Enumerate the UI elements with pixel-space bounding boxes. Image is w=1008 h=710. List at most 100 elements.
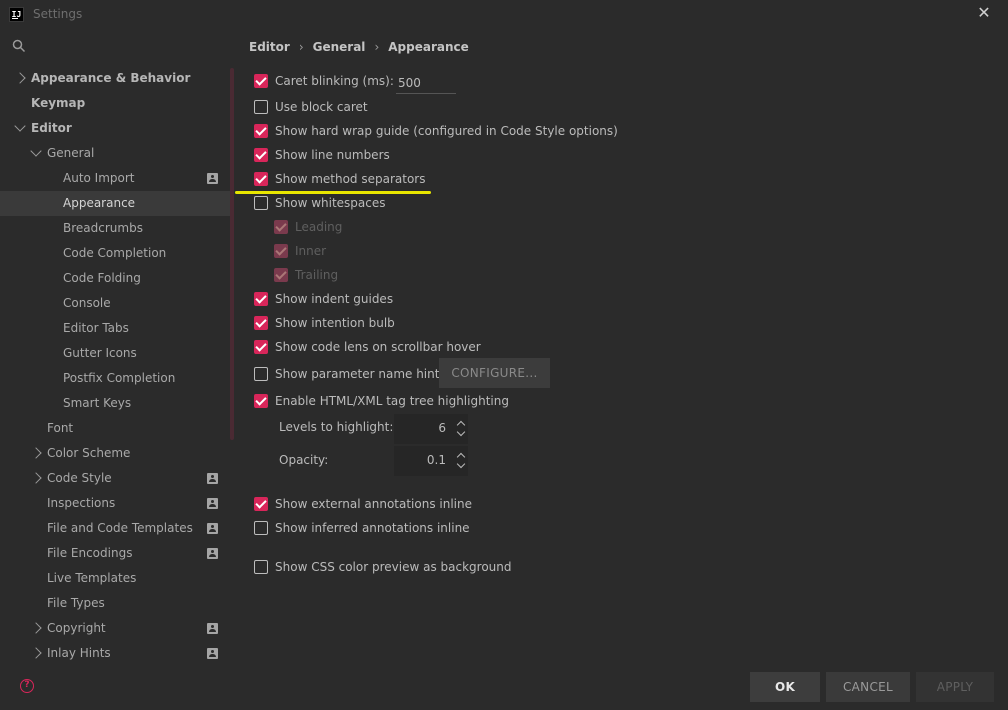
external-annotations-checkbox[interactable] [254, 497, 268, 511]
sidebar-item-gutter-icons[interactable]: Gutter Icons [0, 341, 232, 366]
project-profile-icon [207, 523, 218, 534]
chevron-down-icon[interactable] [14, 120, 26, 132]
hard-wrap-label: Show hard wrap guide (configured in Code… [275, 124, 618, 138]
sidebar-item-label: Code Completion [63, 246, 167, 260]
sidebar-item-label: Copyright [47, 621, 106, 635]
help-icon[interactable]: ? [20, 679, 34, 693]
sidebar-item-label: Color Scheme [47, 446, 131, 460]
spin-down-icon[interactable] [456, 459, 466, 469]
sidebar-item-label: General [47, 146, 95, 160]
chevron-right-icon[interactable] [30, 447, 42, 459]
sidebar-scrollbar[interactable] [230, 68, 234, 440]
html-tag-tree-checkbox[interactable] [254, 394, 268, 408]
dialog-footer: ? OK CANCEL APPLY [0, 662, 1008, 710]
method-separators-checkbox[interactable] [254, 172, 268, 186]
sidebar-item-color-scheme[interactable]: Color Scheme [0, 441, 232, 466]
chevron-right-icon[interactable] [30, 622, 42, 634]
sidebar-item-postfix-completion[interactable]: Postfix Completion [0, 366, 232, 391]
chevron-right-icon[interactable] [30, 647, 42, 659]
sidebar-item-font[interactable]: Font [0, 416, 232, 441]
hard-wrap-checkbox[interactable] [254, 124, 268, 138]
use-block-caret-label: Use block caret [275, 100, 368, 114]
use-block-caret-checkbox[interactable] [254, 100, 268, 114]
project-profile-icon [207, 173, 218, 184]
sidebar-item-editor[interactable]: Editor [0, 116, 232, 141]
chevron-down-icon[interactable] [30, 145, 42, 157]
breadcrumb-general[interactable]: General [313, 40, 366, 54]
sidebar-item-smart-keys[interactable]: Smart Keys [0, 391, 232, 416]
inner-checkbox [274, 244, 288, 258]
project-profile-icon [207, 548, 218, 559]
sidebar-item-copyright[interactable]: Copyright [0, 616, 232, 641]
sidebar-item-live-templates[interactable]: Live Templates [0, 566, 232, 591]
settings-search-input[interactable] [30, 34, 230, 58]
intention-bulb-checkbox[interactable] [254, 316, 268, 330]
apply-button[interactable]: APPLY [916, 672, 994, 702]
sidebar-item-file-types[interactable]: File Types [0, 591, 232, 616]
project-profile-icon [207, 473, 218, 484]
configure-button[interactable]: CONFIGURE... [439, 358, 550, 388]
sidebar-item-auto-import[interactable]: Auto Import [0, 166, 232, 191]
sidebar-item-code-folding[interactable]: Code Folding [0, 266, 232, 291]
sidebar-item-label: Live Templates [47, 571, 137, 585]
sidebar-item-file-and-code-templates[interactable]: File and Code Templates [0, 516, 232, 541]
sidebar-item-appearance-behavior[interactable]: Appearance & Behavior [0, 66, 232, 91]
sidebar-item-label: Smart Keys [63, 396, 132, 410]
sidebar-item-label: Auto Import [63, 171, 135, 185]
caret-blinking-checkbox[interactable] [254, 74, 268, 88]
sidebar-item-label: Breadcrumbs [63, 221, 143, 235]
leading-checkbox [274, 220, 288, 234]
sidebar-item-label: Keymap [31, 96, 86, 110]
sidebar-item-inlay-hints[interactable]: Inlay Hints [0, 641, 232, 662]
close-icon[interactable]: ✕ [974, 3, 994, 23]
line-numbers-checkbox[interactable] [254, 148, 268, 162]
sidebar-item-label: File Types [47, 596, 105, 610]
sidebar-item-code-completion[interactable]: Code Completion [0, 241, 232, 266]
trailing-label: Trailing [295, 268, 339, 282]
opacity-value[interactable]: 0.1 [427, 453, 446, 467]
intention-bulb-label: Show intention bulb [275, 316, 395, 330]
ok-button[interactable]: OK [750, 672, 820, 702]
indent-guides-checkbox[interactable] [254, 292, 268, 306]
sidebar-item-label: Editor [31, 121, 72, 135]
sidebar-item-general[interactable]: General [0, 141, 232, 166]
param-hints-checkbox[interactable] [254, 367, 268, 381]
sidebar-item-inspections[interactable]: Inspections [0, 491, 232, 516]
app-logo-icon: IJ [9, 7, 24, 22]
sidebar-item-keymap[interactable]: Keymap [0, 91, 232, 116]
line-numbers-label: Show line numbers [275, 148, 390, 162]
sidebar-item-breadcrumbs[interactable]: Breadcrumbs [0, 216, 232, 241]
chevron-right-icon[interactable] [30, 472, 42, 484]
indent-guides-label: Show indent guides [275, 292, 394, 306]
code-lens-checkbox[interactable] [254, 340, 268, 354]
css-color-preview-label: Show CSS color preview as background [275, 560, 512, 574]
external-annotations-label: Show external annotations inline [275, 497, 472, 511]
whitespaces-label: Show whitespaces [275, 196, 386, 210]
css-color-preview-checkbox[interactable] [254, 560, 268, 574]
sidebar-item-label: File and Code Templates [47, 521, 193, 535]
levels-spinner[interactable]: 6 [394, 414, 468, 444]
caret-blinking-label: Caret blinking (ms): [275, 74, 394, 88]
sidebar-item-label: Code Folding [63, 271, 141, 285]
breadcrumb-editor[interactable]: Editor [249, 40, 290, 54]
inferred-annotations-checkbox[interactable] [254, 521, 268, 535]
levels-value[interactable]: 6 [438, 421, 446, 435]
caret-blinking-input[interactable]: 500 [396, 72, 456, 94]
sidebar-item-editor-tabs[interactable]: Editor Tabs [0, 316, 232, 341]
opacity-spinner[interactable]: 0.1 [394, 446, 468, 476]
sidebar-item-file-encodings[interactable]: File Encodings [0, 541, 232, 566]
leading-label: Leading [295, 220, 343, 234]
method-separators-label: Show method separators [275, 172, 426, 186]
sidebar-item-code-style[interactable]: Code Style [0, 466, 232, 491]
sidebar-item-console[interactable]: Console [0, 291, 232, 316]
inferred-annotations-label: Show inferred annotations inline [275, 521, 470, 535]
spin-down-icon[interactable] [456, 427, 466, 437]
window-title: Settings [33, 7, 83, 21]
chevron-right-icon[interactable] [14, 72, 26, 84]
cancel-button[interactable]: CANCEL [826, 672, 910, 702]
sidebar-item-appearance[interactable]: Appearance [0, 191, 232, 216]
whitespaces-checkbox[interactable] [254, 196, 268, 210]
param-hints-label: Show parameter name hints [275, 367, 446, 381]
breadcrumb-appearance: Appearance [388, 40, 469, 54]
sidebar-item-label: Console [63, 296, 111, 310]
